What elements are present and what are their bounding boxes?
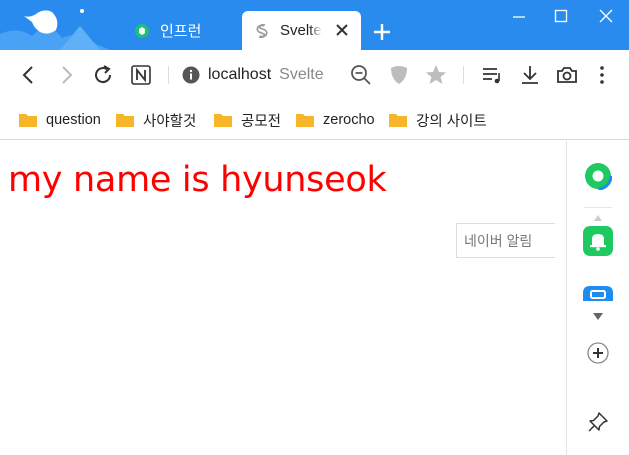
navigation-toolbar: localhost Svelte <box>0 50 629 100</box>
naver-home-icon[interactable] <box>129 63 153 87</box>
bookmark-label: question <box>46 112 101 128</box>
tab-svelte[interactable]: Svelte <box>242 11 361 50</box>
bookmarks-bar: question 사야할것 공모전 zerocho 강의 사이트 <box>0 100 629 140</box>
address-bar[interactable]: localhost Svelte <box>182 63 327 87</box>
download-icon[interactable] <box>518 63 542 87</box>
back-icon[interactable] <box>17 63 41 87</box>
bookmark-label: 사야할것 <box>143 113 197 130</box>
shield-icon[interactable] <box>387 63 411 87</box>
close-window-icon[interactable] <box>594 6 618 26</box>
tab-inflearn[interactable]: 인프런 <box>122 11 240 50</box>
toolbar-divider <box>463 66 464 84</box>
more-menu-icon[interactable] <box>590 63 614 87</box>
folder-icon <box>296 114 314 127</box>
title-bar: 인프런 Svelte <box>0 0 629 50</box>
bookmark-label: 강의 사이트 <box>416 113 487 130</box>
close-tab-icon[interactable] <box>333 21 351 39</box>
side-panel <box>566 141 629 455</box>
bookmark-folder[interactable]: 강의 사이트 <box>388 110 487 130</box>
page-heading: my name is hyunseok <box>8 160 387 200</box>
bookmark-folder[interactable]: question <box>18 110 101 130</box>
playlist-icon[interactable] <box>480 63 504 87</box>
toolbar-divider <box>168 66 169 84</box>
scroll-up-icon[interactable] <box>594 215 602 221</box>
bookmark-folder[interactable]: 사야할것 <box>115 110 196 130</box>
tab-title: Svelte <box>280 22 322 39</box>
address-host: localhost <box>208 66 272 83</box>
notification-bell-icon[interactable] <box>583 226 613 256</box>
bookmark-label: zerocho <box>323 112 375 128</box>
capture-icon[interactable] <box>555 63 579 87</box>
folder-icon <box>214 114 232 127</box>
forward-icon[interactable] <box>54 63 78 87</box>
bookmark-star-icon[interactable] <box>424 63 448 87</box>
minimize-icon[interactable] <box>507 6 531 26</box>
address-page-title: Svelte <box>279 66 324 83</box>
inflearn-icon <box>135 23 149 38</box>
pin-icon[interactable] <box>587 411 609 433</box>
info-icon[interactable] <box>182 66 200 84</box>
scroll-down-icon[interactable] <box>593 313 603 320</box>
tab-title: 인프런 <box>160 23 202 40</box>
page-content: my name is hyunseok 네이버 알림 <box>0 141 566 455</box>
svelte-icon <box>256 23 268 38</box>
new-tab-icon[interactable] <box>372 22 392 42</box>
whale-logo-icon <box>0 9 110 50</box>
bookmark-label: 공모전 <box>241 113 282 130</box>
reload-icon[interactable] <box>91 63 115 87</box>
folder-icon <box>389 114 407 127</box>
whale-on-icon[interactable] <box>584 162 612 190</box>
naver-alert-button[interactable]: 네이버 알림 <box>456 223 555 258</box>
add-app-icon[interactable] <box>586 341 610 365</box>
zoom-out-icon[interactable] <box>349 63 373 87</box>
folder-icon <box>19 114 37 127</box>
bookmark-folder[interactable]: zerocho <box>295 110 375 130</box>
side-panel-divider <box>584 207 612 208</box>
folder-icon <box>116 114 134 127</box>
bus-app-icon[interactable] <box>583 286 613 301</box>
maximize-icon[interactable] <box>549 6 573 26</box>
bookmark-folder[interactable]: 공모전 <box>213 110 281 130</box>
